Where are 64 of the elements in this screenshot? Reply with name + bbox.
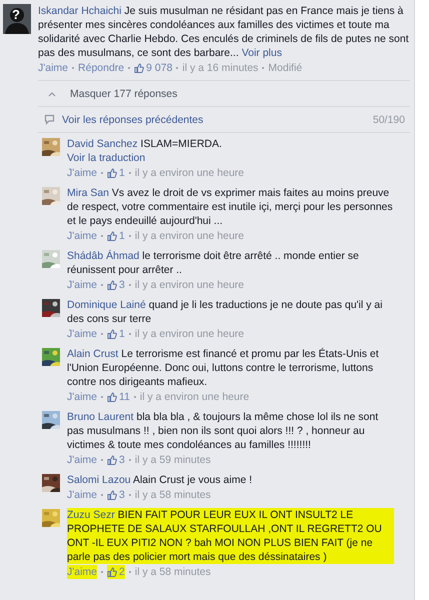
author-link[interactable]: Shádâb Áhmad [67, 250, 140, 262]
like-link[interactable]: J'aime [38, 61, 68, 75]
author-link[interactable]: Iskandar Hchaichi [38, 5, 122, 17]
like-link[interactable]: J'aime [67, 166, 98, 180]
timestamp: il y a 58 minutes [134, 565, 211, 579]
like-link[interactable]: J'aime [67, 565, 98, 579]
speech-bubble-icon [44, 114, 55, 125]
author-link[interactable]: Alain Crust [67, 348, 118, 360]
author-link[interactable]: Salomi Lazou [67, 474, 131, 486]
timestamp: il y a 59 minutes [134, 453, 211, 467]
like-link[interactable]: J'aime [67, 278, 98, 292]
like-link[interactable]: J'aime [67, 229, 98, 243]
like-count: 3 [119, 453, 125, 467]
like-count: 1 [119, 229, 125, 243]
like-count: 1 [119, 327, 125, 341]
comment-text: Alain Crust Le terrorisme est financé et promu par les États-Unis et l'Union Européenne. Donc oui, luttons contre le terrorisme, luttons contre nos dirigeants mafieux. [67, 347, 380, 389]
like-count: 9 078 [146, 61, 172, 75]
comment-text: David Sanchez ISLAM=MIERDA. [67, 137, 223, 151]
timestamp: il y a environ une heure [134, 229, 244, 243]
thumbs-up-icon [107, 168, 118, 178]
comment-text: Bruno Laurent bla bla bla , & toujours la même chose lol ils ne sont pas musulmans !! , bien non ils sont quoi alors !!! ? , honneur au victimes & toute mes condoléances au familles !!!!!!!! [67, 410, 380, 452]
timestamp: il y a environ une heure [134, 166, 244, 180]
previous-replies-link[interactable]: Voir les réponses précédentes [62, 114, 204, 126]
author-link[interactable]: David Sanchez [67, 138, 138, 150]
thumbs-up-icon [134, 63, 144, 73]
comment-text: Iskandar Hchaichi Je suis musulman ne résidant pas en France mais je tiens à présenter mes sincères condoléances aux familles des victimes et toute ma solidarité avec Charlie Hebdo. Ces enculés de criminels de fils de putes ne sont pas des musulmans, ce sont des barbare... Voir plus [38, 4, 410, 60]
thumbs-up-icon [107, 231, 118, 241]
see-more-link[interactable]: Voir plus [242, 47, 282, 59]
timestamp: il y a environ une heure [134, 327, 244, 341]
timestamp: il y a environ une heure [140, 390, 250, 404]
like-link[interactable]: J'aime [67, 453, 98, 467]
author-link[interactable]: Dominique Lainé [67, 299, 146, 311]
thumbs-up-icon [107, 280, 118, 290]
edited-label: Modifié [268, 61, 302, 75]
like-link[interactable]: J'aime [67, 327, 98, 341]
author-link[interactable]: Mira San [67, 187, 110, 199]
reply-link[interactable]: Répondre [78, 61, 124, 75]
thumbs-up-icon [107, 455, 118, 465]
like-count: 1 [119, 166, 125, 180]
timestamp: il y a environ une heure [134, 278, 244, 292]
thumbs-up-icon [107, 490, 118, 500]
like-link[interactable]: J'aime [67, 390, 98, 404]
hide-replies-link[interactable]: Masquer 177 réponses [70, 88, 178, 100]
like-count: 2 [119, 565, 125, 579]
author-link[interactable]: Zuzu Sezr [67, 509, 115, 521]
like-count: 3 [119, 488, 125, 502]
author-link[interactable]: Bruno Laurent [67, 411, 134, 423]
silhouette-icon [3, 4, 31, 34]
thumbs-up-icon [107, 329, 118, 339]
comment-text: Shádâb Áhmad le terrorisme doit être arrêté .. monde entier se réunissent pour arrêter .. [67, 249, 360, 277]
comment-text: Dominique Lainé quand je li les traductions je ne doute pas qu'il y ai des cons sur terre [67, 298, 384, 326]
like-link[interactable]: J'aime [67, 488, 98, 502]
question-mark-glyph: ? [12, 8, 20, 21]
thumbs-up-icon [107, 392, 118, 402]
timestamp: il y a 16 minutes [182, 61, 258, 75]
comment-text: Zuzu Sezr BIEN FAIT POUR LEUR EUX IL ONT INSULT2 LE PROPHETE DE SALAUX STARFOULLAH ,ONT IL REGRETT2 OU ONT -IL EUX PITI2 NON ? bah MOI NON PLUS BIEN FAIT (je ne parle pas des policier mort mais que des déssinataires ) [67, 508, 394, 564]
reply-count: 50/190 [372, 114, 405, 126]
comment-text: Mira San Vs avez le droit de vs exprimer mais faites au moins preuve de respect, votre commentaire est inutile içi, merçi pour les personnes et le pays endeuillé aujourd'hui ... [67, 186, 394, 228]
like-count: 3 [119, 278, 125, 292]
timestamp: il y a 58 minutes [134, 488, 211, 502]
like-count: 11 [119, 390, 130, 404]
thumbs-up-icon [107, 567, 118, 577]
comment-text: Salomi Lazou Alain Crust je vous aime ! [67, 473, 254, 487]
translate-link[interactable]: Voir la traduction [67, 151, 394, 165]
